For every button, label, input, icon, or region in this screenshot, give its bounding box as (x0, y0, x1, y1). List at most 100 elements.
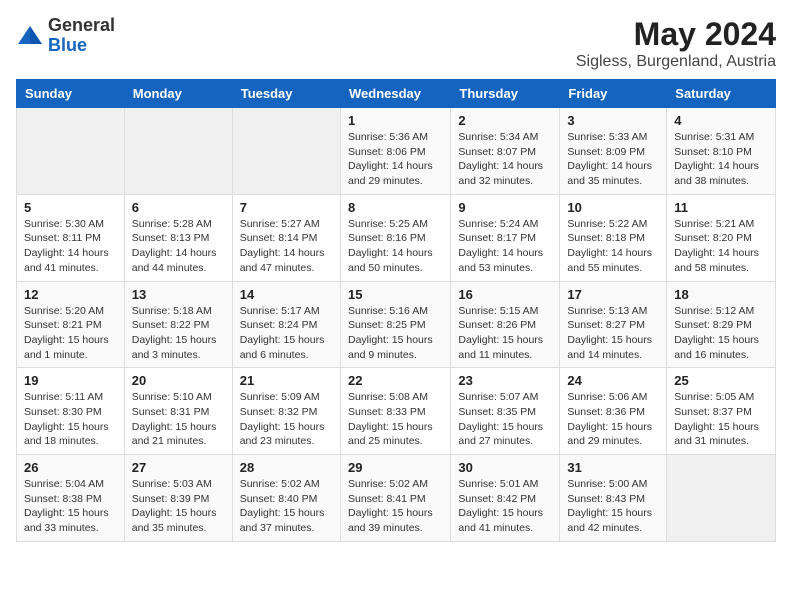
weekday-header-sunday: Sunday (17, 80, 125, 108)
day-number: 29 (348, 460, 443, 475)
logo: General Blue (16, 16, 115, 56)
day-number: 20 (132, 373, 225, 388)
day-detail: Sunrise: 5:24 AMSunset: 8:17 PMDaylight:… (458, 217, 552, 276)
logo-blue: Blue (48, 35, 87, 55)
day-number: 1 (348, 113, 443, 128)
weekday-header-thursday: Thursday (451, 80, 560, 108)
day-detail: Sunrise: 5:09 AMSunset: 8:32 PMDaylight:… (240, 390, 333, 449)
day-cell: 23 Sunrise: 5:07 AMSunset: 8:35 PMDayligh… (451, 368, 560, 455)
day-detail: Sunrise: 5:18 AMSunset: 8:22 PMDaylight:… (132, 304, 225, 363)
day-number: 4 (674, 113, 768, 128)
day-detail: Sunrise: 5:06 AMSunset: 8:36 PMDaylight:… (567, 390, 659, 449)
week-row-0: 1 Sunrise: 5:36 AMSunset: 8:06 PMDaylight… (17, 108, 776, 195)
day-number: 24 (567, 373, 659, 388)
day-cell: 27Sunrise: 5:03 AMSunset: 8:39 PMDayligh… (124, 455, 232, 542)
day-number: 15 (348, 287, 443, 302)
day-cell: 5 Sunrise: 5:30 AMSunset: 8:11 PMDaylight… (17, 194, 125, 281)
day-detail: Sunrise: 5:30 AMSunset: 8:11 PMDaylight:… (24, 217, 117, 276)
day-detail: Sunrise: 5:25 AMSunset: 8:16 PMDaylight:… (348, 217, 443, 276)
day-number: 26 (24, 460, 117, 475)
day-detail: Sunrise: 5:15 AMSunset: 8:26 PMDaylight:… (458, 304, 552, 363)
day-cell (124, 108, 232, 195)
day-cell: 15 Sunrise: 5:16 AMSunset: 8:25 PMDayligh… (340, 281, 450, 368)
day-cell (232, 108, 340, 195)
day-detail: Sunrise: 5:02 AMSunset: 8:41 PMDaylight:… (348, 477, 443, 536)
logo-text: General Blue (48, 16, 115, 56)
day-detail: Sunrise: 5:12 AMSunset: 8:29 PMDaylight:… (674, 304, 768, 363)
day-detail: Sunrise: 5:10 AMSunset: 8:31 PMDaylight:… (132, 390, 225, 449)
day-cell: 26 Sunrise: 5:04 AMSunset: 8:38 PMDayligh… (17, 455, 125, 542)
weekday-header-row: SundayMondayTuesdayWednesdayThursdayFrid… (17, 80, 776, 108)
day-cell: 12Sunrise: 5:20 AMSunset: 8:21 PMDayligh… (17, 281, 125, 368)
day-detail: Sunrise: 5:34 AMSunset: 8:07 PMDaylight:… (458, 130, 552, 189)
day-number: 6 (132, 200, 225, 215)
day-detail: Sunrise: 5:03 AMSunset: 8:39 PMDaylight:… (132, 477, 225, 536)
day-number: 23 (458, 373, 552, 388)
weekday-header-friday: Friday (560, 80, 667, 108)
day-detail: Sunrise: 5:16 AMSunset: 8:25 PMDaylight:… (348, 304, 443, 363)
day-number: 3 (567, 113, 659, 128)
day-detail: Sunrise: 5:02 AMSunset: 8:40 PMDaylight:… (240, 477, 333, 536)
day-cell: 18Sunrise: 5:12 AMSunset: 8:29 PMDayligh… (667, 281, 776, 368)
day-detail: Sunrise: 5:21 AMSunset: 8:20 PMDaylight:… (674, 217, 768, 276)
day-cell: 4 Sunrise: 5:31 AMSunset: 8:10 PMDaylight… (667, 108, 776, 195)
day-cell: 9 Sunrise: 5:24 AMSunset: 8:17 PMDaylight… (451, 194, 560, 281)
day-detail: Sunrise: 5:07 AMSunset: 8:35 PMDaylight:… (458, 390, 552, 449)
day-number: 25 (674, 373, 768, 388)
day-cell: 29 Sunrise: 5:02 AMSunset: 8:41 PMDayligh… (340, 455, 450, 542)
weekday-header-tuesday: Tuesday (232, 80, 340, 108)
day-cell: 16 Sunrise: 5:15 AMSunset: 8:26 PMDayligh… (451, 281, 560, 368)
day-number: 5 (24, 200, 117, 215)
day-detail: Sunrise: 5:11 AMSunset: 8:30 PMDaylight:… (24, 390, 117, 449)
logo-general: General (48, 15, 115, 35)
day-cell: 8 Sunrise: 5:25 AMSunset: 8:16 PMDaylight… (340, 194, 450, 281)
day-number: 28 (240, 460, 333, 475)
day-cell: 13 Sunrise: 5:18 AMSunset: 8:22 PMDayligh… (124, 281, 232, 368)
weekday-header-saturday: Saturday (667, 80, 776, 108)
location: Sigless, Burgenland, Austria (576, 53, 776, 71)
day-detail: Sunrise: 5:00 AMSunset: 8:43 PMDaylight:… (567, 477, 659, 536)
day-detail: Sunrise: 5:17 AMSunset: 8:24 PMDaylight:… (240, 304, 333, 363)
day-cell: 19Sunrise: 5:11 AMSunset: 8:30 PMDayligh… (17, 368, 125, 455)
day-number: 31 (567, 460, 659, 475)
day-number: 14 (240, 287, 333, 302)
day-number: 9 (458, 200, 552, 215)
day-cell: 3 Sunrise: 5:33 AMSunset: 8:09 PMDaylight… (560, 108, 667, 195)
day-cell: 21 Sunrise: 5:09 AMSunset: 8:32 PMDayligh… (232, 368, 340, 455)
day-detail: Sunrise: 5:05 AMSunset: 8:37 PMDaylight:… (674, 390, 768, 449)
day-cell: 20 Sunrise: 5:10 AMSunset: 8:31 PMDayligh… (124, 368, 232, 455)
day-number: 2 (458, 113, 552, 128)
day-cell: 22Sunrise: 5:08 AMSunset: 8:33 PMDayligh… (340, 368, 450, 455)
day-number: 10 (567, 200, 659, 215)
logo-icon (16, 22, 44, 50)
day-number: 8 (348, 200, 443, 215)
day-cell: 25 Sunrise: 5:05 AMSunset: 8:37 PMDayligh… (667, 368, 776, 455)
day-cell: 6 Sunrise: 5:28 AMSunset: 8:13 PMDaylight… (124, 194, 232, 281)
day-detail: Sunrise: 5:36 AMSunset: 8:06 PMDaylight:… (348, 130, 443, 189)
day-number: 7 (240, 200, 333, 215)
day-detail: Sunrise: 5:01 AMSunset: 8:42 PMDaylight:… (458, 477, 552, 536)
calendar-table: SundayMondayTuesdayWednesdayThursdayFrid… (16, 79, 776, 542)
day-detail: Sunrise: 5:22 AMSunset: 8:18 PMDaylight:… (567, 217, 659, 276)
weekday-header-wednesday: Wednesday (340, 80, 450, 108)
day-detail: Sunrise: 5:04 AMSunset: 8:38 PMDaylight:… (24, 477, 117, 536)
day-detail: Sunrise: 5:33 AMSunset: 8:09 PMDaylight:… (567, 130, 659, 189)
day-number: 30 (458, 460, 552, 475)
title-block: May 2024 Sigless, Burgenland, Austria (576, 16, 776, 71)
day-number: 17 (567, 287, 659, 302)
day-detail: Sunrise: 5:20 AMSunset: 8:21 PMDaylight:… (24, 304, 117, 363)
day-detail: Sunrise: 5:28 AMSunset: 8:13 PMDaylight:… (132, 217, 225, 276)
day-cell: 17 Sunrise: 5:13 AMSunset: 8:27 PMDayligh… (560, 281, 667, 368)
day-cell (17, 108, 125, 195)
page-header: General Blue May 2024 Sigless, Burgenlan… (16, 16, 776, 71)
day-cell: 30 Sunrise: 5:01 AMSunset: 8:42 PMDayligh… (451, 455, 560, 542)
day-detail: Sunrise: 5:13 AMSunset: 8:27 PMDaylight:… (567, 304, 659, 363)
day-cell: 11Sunrise: 5:21 AMSunset: 8:20 PMDayligh… (667, 194, 776, 281)
month-year: May 2024 (576, 16, 776, 53)
day-number: 21 (240, 373, 333, 388)
day-number: 13 (132, 287, 225, 302)
day-number: 22 (348, 373, 443, 388)
day-detail: Sunrise: 5:31 AMSunset: 8:10 PMDaylight:… (674, 130, 768, 189)
day-cell (667, 455, 776, 542)
day-number: 16 (458, 287, 552, 302)
